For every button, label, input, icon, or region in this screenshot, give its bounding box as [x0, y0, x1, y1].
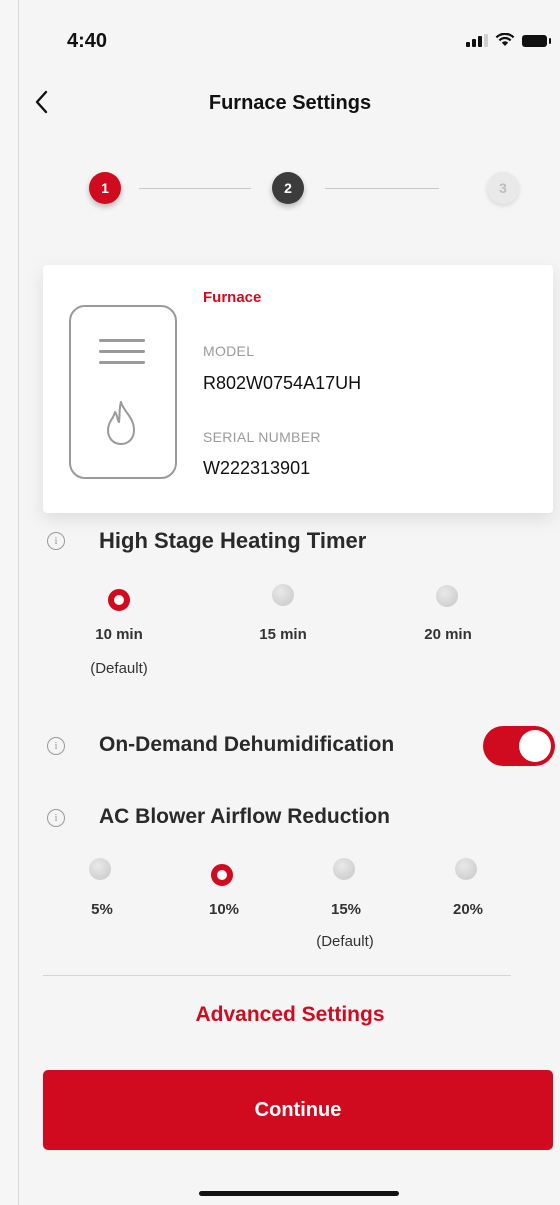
vent-lines — [99, 339, 145, 372]
step-1-indicator: 1 — [89, 172, 121, 204]
step-connector — [325, 188, 439, 189]
serial-value: W222313901 — [203, 458, 311, 478]
flame-icon — [107, 401, 135, 445]
furnace-device-icon — [69, 305, 177, 479]
cellular-signal-icon — [466, 34, 488, 47]
step-connector — [139, 188, 251, 189]
timer-option-label: 15 min — [259, 626, 307, 643]
app-screen: 4:40 Furnace Settings 1 2 3 Furnace MODE… — [18, 0, 560, 1205]
airflow-option-label: 5% — [91, 901, 113, 918]
info-icon[interactable]: i — [47, 809, 65, 827]
step-2-indicator: 2 — [272, 172, 304, 204]
advanced-settings-link[interactable]: Advanced Settings — [19, 1003, 560, 1027]
device-info-card: Furnace MODEL R802W0754A17UH SERIAL NUMB… — [43, 265, 553, 513]
dehumidification-toggle[interactable] — [483, 726, 555, 766]
info-icon[interactable]: i — [47, 532, 65, 550]
airflow-option-label: 20% — [452, 901, 484, 918]
airflow-option-20-radio[interactable] — [455, 858, 477, 880]
airflow-option-5-radio[interactable] — [89, 858, 111, 880]
divider — [43, 975, 511, 976]
airflow-option-15-radio[interactable] — [333, 858, 355, 880]
info-icon[interactable]: i — [47, 737, 65, 755]
status-time: 4:40 — [67, 30, 108, 52]
airflow-option-label: 15% — [330, 901, 362, 918]
default-note: (Default) — [90, 660, 148, 677]
toggle-knob — [519, 730, 551, 762]
battery-icon — [522, 35, 551, 47]
continue-button[interactable]: Continue — [43, 1070, 553, 1150]
airflow-reduction-title: AC Blower Airflow Reduction — [99, 805, 390, 828]
model-label: MODEL — [203, 343, 255, 359]
device-type: Furnace — [203, 289, 262, 306]
status-icons — [466, 33, 551, 47]
serial-label: SERIAL NUMBER — [203, 429, 321, 445]
timer-option-label: 10 min — [95, 626, 143, 643]
dehumidification-title: On-Demand Dehumidification — [99, 733, 395, 756]
airflow-option-label: 10% — [208, 901, 240, 918]
timer-option-15min-radio[interactable] — [272, 584, 294, 606]
wifi-icon — [495, 33, 515, 46]
timer-option-20min-radio[interactable] — [436, 585, 458, 607]
default-note: (Default) — [316, 933, 374, 950]
home-indicator — [199, 1191, 399, 1196]
model-value: R802W0754A17UH — [203, 373, 362, 393]
airflow-option-10-radio[interactable] — [211, 864, 233, 886]
timer-option-10min-radio[interactable] — [108, 589, 130, 611]
step-3-indicator: 3 — [487, 172, 519, 204]
timer-option-label: 20 min — [424, 626, 472, 643]
high-stage-timer-title: High Stage Heating Timer — [99, 528, 367, 553]
page-title: Furnace Settings — [208, 92, 372, 114]
